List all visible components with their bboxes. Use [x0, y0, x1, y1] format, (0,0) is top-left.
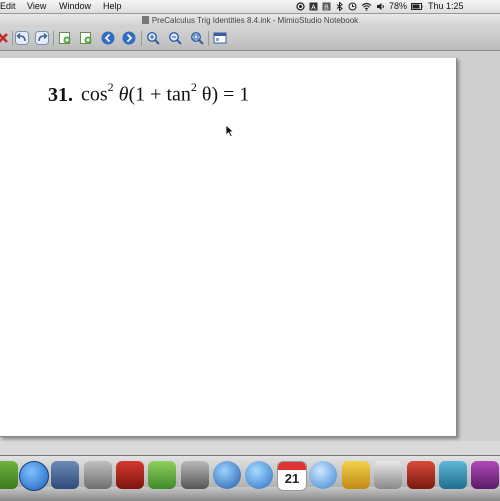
svg-text:A: A [311, 4, 316, 11]
keynote-icon[interactable] [407, 461, 435, 489]
app-status-icon[interactable]: B [322, 2, 331, 11]
redo-icon[interactable] [35, 31, 49, 45]
expression-tail: θ) = 1 [196, 83, 250, 106]
notes-icon[interactable] [342, 461, 370, 489]
preview-icon[interactable] [51, 461, 79, 489]
notebook-page[interactable] [0, 58, 457, 437]
record-icon[interactable] [296, 2, 305, 11]
calculator-icon[interactable] [84, 461, 112, 489]
time-machine-icon[interactable] [348, 2, 357, 11]
zoom-in-icon[interactable] [146, 31, 160, 45]
problem-number: 31. [48, 83, 73, 106]
add-page-icon[interactable] [58, 31, 72, 45]
undo-icon[interactable] [15, 31, 29, 45]
bluetooth-icon[interactable] [335, 2, 344, 11]
mouse-pointer-icon [225, 124, 235, 138]
wifi-icon[interactable] [361, 2, 372, 11]
itunes-icon[interactable] [19, 461, 49, 491]
dock-app-icon[interactable] [471, 461, 499, 489]
photo-booth-icon[interactable] [116, 461, 144, 489]
window-title: PreCalculus Trig Identities 8.4.ink - Mi… [151, 16, 359, 25]
next-page-icon[interactable] [122, 31, 136, 45]
adobe-icon[interactable]: A [309, 2, 318, 11]
problem-31: 31. cos2 θ(1 + tan2 θ) = 1 [48, 80, 250, 107]
tan-term: (1 + tan [128, 83, 191, 106]
status-area: A B 78% Thu 1:25 [292, 0, 464, 13]
menu-clock[interactable]: Thu 1:25 [428, 0, 464, 13]
dock: 21 [0, 455, 500, 501]
safari-icon[interactable] [309, 461, 337, 489]
iphoto-icon[interactable] [148, 461, 176, 489]
cos-term: cos [81, 83, 108, 106]
svg-text:B: B [324, 4, 329, 11]
menu-bar: Edit View Window Help A B 78% Thu 1:25 [0, 0, 500, 14]
menu-help[interactable]: Help [103, 0, 122, 13]
minecraft-icon[interactable] [0, 461, 18, 489]
theta-symbol: θ [118, 83, 129, 106]
zoom-fit-icon[interactable] [190, 31, 204, 45]
battery-icon[interactable] [411, 2, 423, 11]
mimio-icon[interactable] [439, 461, 467, 489]
document-icon [141, 16, 149, 24]
ical-icon[interactable]: 21 [277, 461, 307, 491]
insert-page-icon[interactable] [79, 31, 93, 45]
app-store-icon[interactable] [245, 461, 273, 489]
window-title-bar: PreCalculus Trig Identities 8.4.ink - Mi… [0, 14, 500, 27]
page-view-icon[interactable] [213, 31, 227, 45]
volume-icon[interactable] [376, 2, 385, 11]
quicktime-icon[interactable] [213, 461, 241, 489]
toolbar [0, 27, 500, 51]
menu-view[interactable]: View [27, 0, 46, 13]
system-preferences-icon[interactable] [181, 461, 209, 489]
tan-exponent: 2 [190, 80, 197, 94]
cos-exponent: 2 [107, 80, 114, 94]
previous-page-icon[interactable] [101, 31, 115, 45]
calendar-day: 21 [284, 471, 300, 486]
textedit-icon[interactable] [374, 461, 402, 489]
menu-window[interactable]: Window [59, 0, 91, 13]
delete-icon[interactable] [0, 31, 10, 45]
zoom-out-icon[interactable] [168, 31, 182, 45]
battery-percent: 78% [389, 1, 408, 11]
menu-edit[interactable]: Edit [0, 0, 16, 13]
